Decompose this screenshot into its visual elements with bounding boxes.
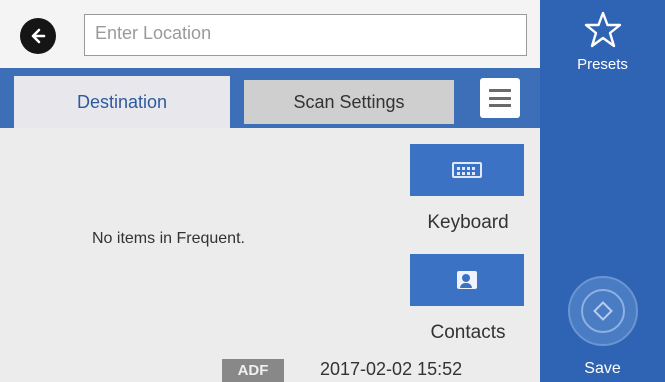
start-icon: [581, 289, 625, 333]
menu-icon: [489, 89, 511, 107]
scan-screen: Enter Location Destination Scan Settings…: [0, 0, 665, 382]
right-sidebar: Presets Save: [540, 0, 665, 382]
top-bar: Enter Location: [0, 0, 540, 68]
contacts-icon: [457, 271, 477, 289]
star-icon: [584, 11, 621, 48]
keyboard-icon: [452, 162, 482, 178]
presets-label: Presets: [577, 56, 628, 73]
back-arrow-icon: [31, 28, 46, 44]
contacts-label: Contacts: [430, 322, 506, 343]
source-badge: ADF: [222, 359, 284, 382]
contacts-button[interactable]: [410, 254, 524, 306]
tab-destination[interactable]: Destination: [14, 76, 230, 128]
presets-button[interactable]: Presets: [540, 10, 665, 73]
back-button[interactable]: [20, 18, 56, 54]
save-label: Save: [584, 360, 621, 377]
tab-bar: Destination Scan Settings: [0, 68, 540, 128]
keyboard-label: Keyboard: [427, 212, 509, 233]
location-input[interactable]: Enter Location: [84, 14, 527, 56]
menu-button[interactable]: [480, 78, 520, 118]
destination-panel: No items in Frequent. Keyboard Contacts: [0, 128, 540, 382]
empty-message: No items in Frequent.: [92, 230, 245, 247]
save-button[interactable]: [568, 276, 638, 346]
status-bar: ADF 2017-02-02 15:52: [0, 354, 540, 382]
datetime: 2017-02-02 15:52: [320, 359, 463, 379]
tab-scan-settings[interactable]: Scan Settings: [244, 80, 454, 124]
keyboard-button[interactable]: [410, 144, 524, 196]
